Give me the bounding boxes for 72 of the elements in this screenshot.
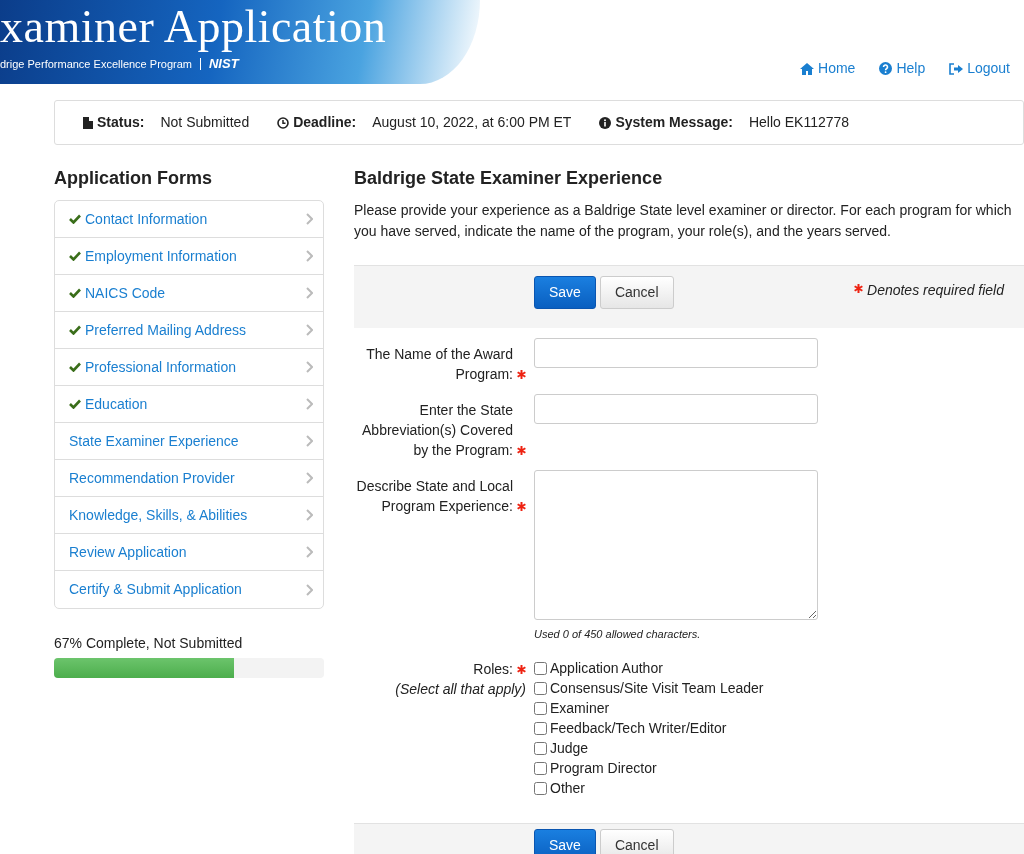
clock-icon (277, 116, 290, 129)
role-checkbox[interactable]: Application Author (534, 658, 764, 679)
sidebar-item[interactable]: Review Application (55, 534, 323, 571)
status-label: Status: (97, 113, 145, 132)
chevron-right-icon (306, 287, 313, 299)
checkbox[interactable] (534, 722, 547, 735)
input-field[interactable] (534, 394, 818, 424)
chevron-right-icon (306, 398, 313, 410)
input-field[interactable] (534, 338, 818, 368)
role-checkbox[interactable]: Judge (534, 738, 764, 759)
role-checkbox[interactable]: Other (534, 778, 764, 799)
role-checkbox[interactable]: Consensus/Site Visit Team Leader (534, 678, 764, 699)
cancel-button[interactable]: Cancel (599, 276, 674, 309)
chevron-right-icon (306, 509, 313, 521)
checkbox[interactable] (534, 702, 547, 715)
sidebar-item[interactable]: Education (55, 386, 323, 423)
chevron-right-icon (306, 361, 313, 373)
sidebar-item[interactable]: NAICS Code (55, 275, 323, 312)
sidebar-title: Application Forms (54, 167, 213, 190)
checkbox[interactable] (534, 742, 547, 755)
field-hint: (Select all that apply) (394, 679, 526, 699)
banner-subtitle: drige Performance Excellence Program (0, 56, 192, 72)
file-icon (83, 116, 93, 129)
checkbox[interactable] (534, 762, 547, 775)
checkbox[interactable] (534, 782, 547, 795)
sidebar-item[interactable]: Preferred Mailing Address (55, 312, 323, 349)
nav-link[interactable]: Home (800, 58, 856, 79)
page-description: Please provide your experience as a Baldrige State level examiner or director. For each program for which you have served, indicate the name of the program, your role(s), and the years served. (354, 201, 1013, 241)
banner-title: xaminer Application (0, 4, 387, 50)
character-count: Used 0 of 450 allowed characters. (534, 627, 702, 642)
sidebar-item[interactable]: State Examiner Experience (55, 423, 323, 460)
checkbox[interactable] (534, 682, 547, 695)
role-checkbox[interactable]: Examiner (534, 698, 764, 719)
status-value: Not Submitted (160, 113, 250, 132)
chevron-right-icon (306, 213, 313, 225)
sidebar-item[interactable]: Knowledge, Skills, & Abilities (55, 497, 323, 534)
sidebar-item[interactable]: Professional Information (55, 349, 323, 386)
status-value: Hello EK112778 (748, 113, 850, 132)
chevron-right-icon (306, 324, 313, 336)
progress-label: 67% Complete, Not Submitted (54, 634, 244, 653)
sidebar-item[interactable]: Employment Information (55, 238, 323, 275)
field-label: The Name of the Award Program: (365, 345, 513, 384)
nav-link[interactable]: Logout (949, 58, 1010, 79)
info-icon (599, 116, 612, 129)
role-checkbox[interactable]: Feedback/Tech Writer/Editor (534, 718, 764, 739)
required-icon (854, 283, 863, 293)
chevron-right-icon (306, 435, 313, 447)
save-button[interactable]: Save (534, 828, 596, 854)
chevron-right-icon (306, 583, 313, 596)
status-label: Deadline: (293, 113, 357, 132)
status-value: August 10, 2022, at 6:00 PM ET (372, 113, 572, 132)
status-label: System Message: (615, 113, 733, 132)
home-icon (800, 62, 814, 75)
logo: NIST (209, 55, 239, 73)
page-title: Baldrige State Examiner Experience (354, 167, 664, 190)
field-label: Describe State and Local Program Experience: (355, 477, 513, 516)
role-checkbox[interactable]: Program Director (534, 758, 764, 779)
help-icon (879, 62, 893, 75)
chevron-right-icon (306, 546, 313, 558)
sidebar-item[interactable]: Contact Information (55, 201, 323, 238)
cancel-button[interactable]: Cancel (599, 828, 674, 854)
save-button[interactable]: Save (534, 276, 596, 309)
sidebar-item[interactable]: Certify & Submit Application (55, 571, 323, 608)
chevron-right-icon (306, 472, 313, 484)
required-note: Denotes required field (867, 281, 1004, 300)
chevron-right-icon (306, 250, 313, 262)
nav-link[interactable]: Help (879, 58, 926, 79)
sidebar-item[interactable]: Recommendation Provider (55, 460, 323, 497)
logout-icon (949, 62, 964, 75)
checkbox[interactable] (534, 662, 547, 675)
field-label: Roles: (473, 659, 513, 679)
field-label: Enter the State Abbreviation(s) Covered by the Program: (361, 401, 513, 460)
